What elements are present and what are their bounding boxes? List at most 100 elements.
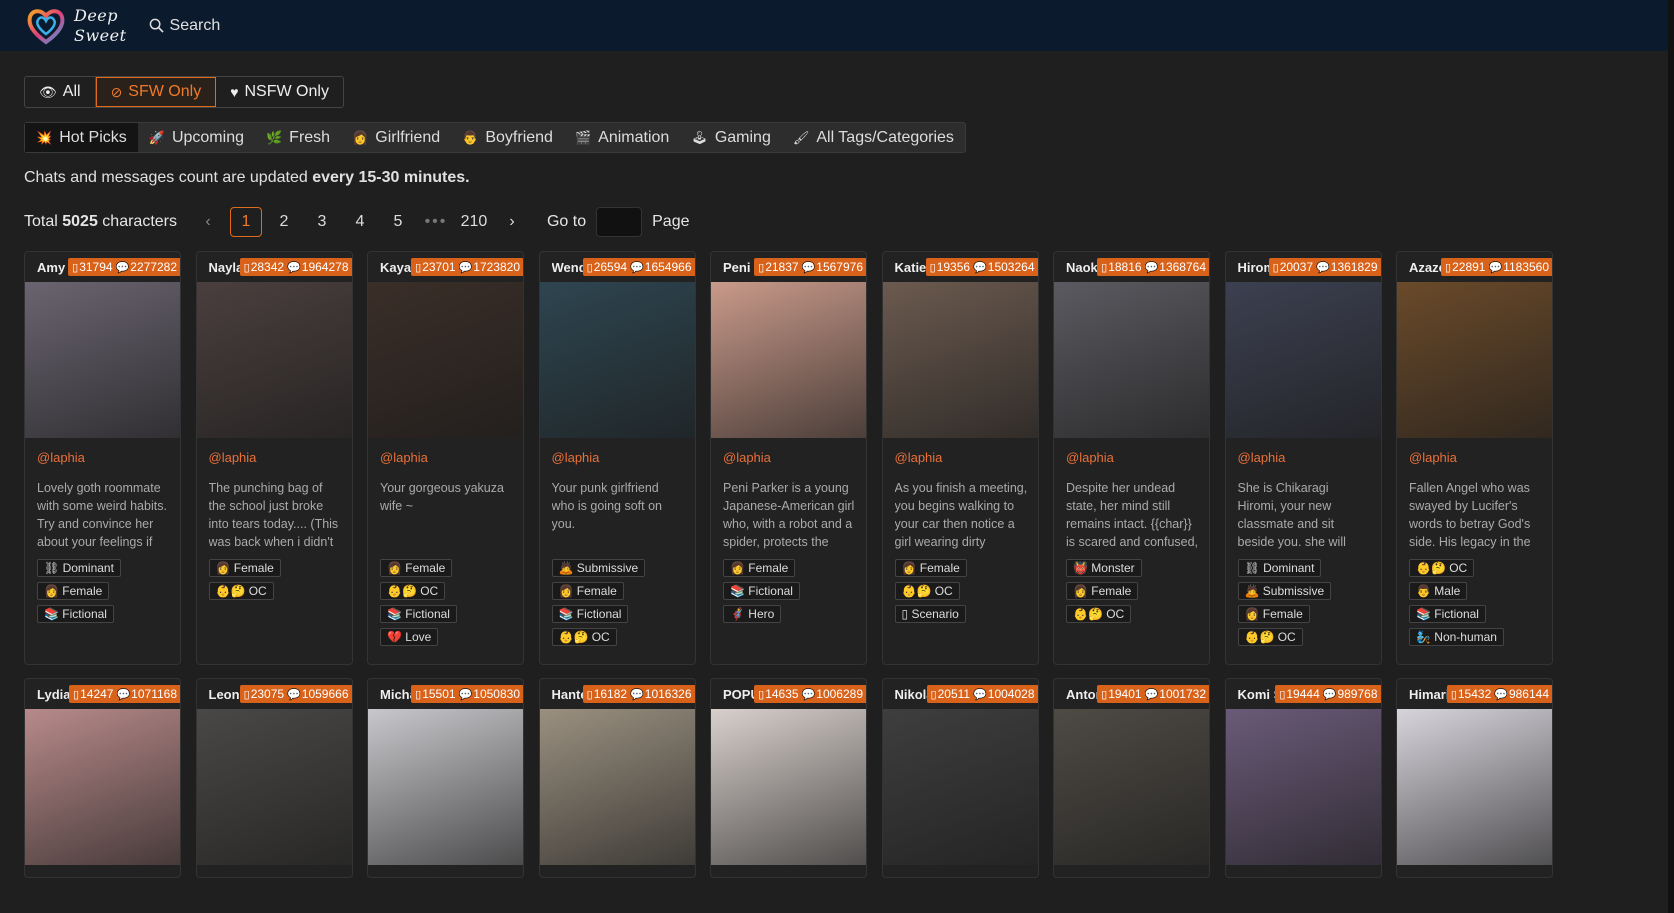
page-scrollbar[interactable] [1668,0,1674,913]
character-avatar-image[interactable] [882,709,1038,865]
author-link[interactable]: @laphia [1066,450,1209,465]
tag-chip[interactable]: 👩 Female [1237,605,1310,623]
search-link[interactable]: Search [149,17,220,35]
author-link[interactable]: @laphia [895,450,1038,465]
character-avatar-image[interactable] [1225,282,1381,438]
author-link[interactable]: @laphia [209,450,352,465]
character-avatar-image[interactable] [882,282,1038,438]
filter-all-button[interactable]: 👁 All [25,77,96,107]
tag-chip[interactable]: 👶🤔 OC [1066,605,1132,623]
character-card[interactable]: Nayla ▯ 28342 💬 1964278 @laphia The punching b… [195,251,353,665]
author-link[interactable]: @laphia [552,450,695,465]
tag-chip[interactable]: 👨 Male [1409,582,1468,600]
page-2-button[interactable]: 2 [268,207,300,237]
character-avatar-image[interactable] [1054,282,1209,438]
page-210-button[interactable]: 210 [458,207,490,237]
character-avatar-image[interactable] [539,282,695,438]
page-1-button[interactable]: 1 [229,207,262,237]
page-5-button[interactable]: 5 [382,207,414,237]
tag-chip[interactable]: 🧞 Non-human [1409,628,1504,646]
tab-hot-picks[interactable]: 💥 Hot Picks [25,123,138,152]
tag-chip[interactable]: 🦸 Hero [723,605,782,623]
character-card[interactable]: Hanter ▯ 16182 💬 1016326 [538,678,696,878]
character-avatar-image[interactable] [1397,709,1552,865]
character-card[interactable]: Peni Pa▯21837💬1567976 @laphia Peni Parker … [710,251,867,665]
goto-page-input[interactable] [596,207,643,237]
character-card[interactable]: Hiromi ▯ 20037 💬 1361829 @laphia She is Chikar… [1224,251,1382,665]
tag-chip[interactable]: 👩 Female [37,582,110,600]
character-card[interactable]: Amy Th▯31794💬2277282 @laphia Lovely goth r… [24,251,181,665]
site-logo[interactable]: Deep Sweet [24,4,127,48]
character-card[interactable]: Himari ▯ 15432 💬 986144 [1396,678,1553,878]
author-link[interactable]: @laphia [380,450,523,465]
tag-chip[interactable]: ⛓ Dominant [37,559,121,577]
tag-chip[interactable]: ▯ Scenario [894,605,966,623]
chat-count: 20037 [1279,260,1314,274]
tag-chip[interactable]: 📚 Fictional [551,605,629,623]
tab-girlfriend[interactable]: 👩 Girlfriend [341,123,451,152]
tag-chip[interactable]: 👩 Female [894,559,967,577]
character-avatar-image[interactable] [1397,282,1552,438]
character-avatar-image[interactable] [368,282,523,438]
character-card[interactable]: Naoka ▯ 18816 💬 1368764 @laphia Despite her un… [1053,251,1210,665]
character-card[interactable]: Azazel ▯ 22891 💬 1183560 @laphia Fallen Angel … [1396,251,1553,665]
character-avatar-image[interactable] [196,282,352,438]
tab-all-tags-categories[interactable]: 🖌 All Tags/Categories [782,123,965,152]
page-3-button[interactable]: 3 [306,207,338,237]
character-avatar-image[interactable] [1225,709,1381,865]
tag-chip[interactable]: 💔 Love [380,628,439,646]
author-link[interactable]: @laphia [1238,450,1381,465]
character-card[interactable]: Lydia ▯ 14247 💬 1071168 [24,678,181,878]
tag-chip[interactable]: 👹 Monster [1066,559,1142,577]
tag-chip[interactable]: 📚 Fictional [1409,605,1486,623]
character-avatar-image[interactable] [196,709,352,865]
character-card[interactable]: Wendy▯26594💬1654966 @laphia Your punk girl… [538,251,696,665]
tag-chip[interactable]: 🙇 Submissive [1237,582,1332,600]
character-avatar-image[interactable] [25,282,180,438]
prev-page-button[interactable]: ‹ [192,207,224,237]
tag-chip[interactable]: 👩 Female [380,559,453,577]
tag-chip[interactable]: 👶🤔 OC [894,582,960,600]
tab-fresh[interactable]: 🌿 Fresh [255,123,341,152]
tag-chip[interactable]: 👩 Female [551,582,624,600]
character-avatar-image[interactable] [25,709,180,865]
character-card[interactable]: Leon K▯23075💬1059666 [195,678,353,878]
character-card[interactable]: Michae▯15501💬1050830 [367,678,524,878]
tag-chip[interactable]: ⛓ Dominant [1237,559,1322,577]
character-card[interactable]: POPUL▯14635💬1006289 [710,678,867,878]
author-link[interactable]: @laphia [1409,450,1552,465]
tag-list: 👩 Female 📚 Fictional 🦸 Hero [723,559,866,623]
tab-animation[interactable]: 🎬 Animation [564,123,680,152]
filter-sfw-only-button[interactable]: ⊘ SFW Only [95,77,217,107]
character-avatar-image[interactable] [1054,709,1209,865]
author-link[interactable]: @laphia [723,450,866,465]
tag-chip[interactable]: 👶🤔 OC [208,582,274,600]
character-card[interactable]: Nikolaj▯20511💬1004028 [881,678,1039,878]
tag-chip[interactable]: 👶🤔 OC [1409,559,1475,577]
tab-gaming[interactable]: 🕹 Gaming [680,123,782,152]
character-avatar-image[interactable] [711,709,866,865]
tag-chip[interactable]: 🙇 Submissive [551,559,646,577]
filter-nsfw-only-button[interactable]: ♥ NSFW Only [216,77,343,107]
tag-chip[interactable]: 📚 Fictional [723,582,800,600]
author-link[interactable]: @laphia [37,450,180,465]
character-avatar-image[interactable] [368,709,523,865]
tag-chip[interactable]: 👩 Female [208,559,281,577]
tag-chip[interactable]: 👩 Female [723,559,796,577]
character-card[interactable]: Kaya H▯23701💬1723820 @laphia Your gorgeous… [367,251,524,665]
character-card[interactable]: Komi Sh▯19444💬989768 [1224,678,1382,878]
next-page-button[interactable]: › [496,207,528,237]
tag-chip[interactable]: 👶🤔 OC [1237,628,1303,646]
tag-chip[interactable]: 📚 Fictional [380,605,457,623]
character-avatar-image[interactable] [711,282,866,438]
tag-chip[interactable]: 📚 Fictional [37,605,114,623]
tab-boyfriend[interactable]: 👨 Boyfriend [451,123,564,152]
character-card[interactable]: Anton ▯ 19401 💬 1001732 [1053,678,1210,878]
tag-chip[interactable]: 👶🤔 OC [551,628,617,646]
character-card[interactable]: Katie ▯ 19356 💬 1503264 @laphia As you finish … [881,251,1039,665]
tag-chip[interactable]: 👩 Female [1066,582,1139,600]
tab-upcoming[interactable]: 🚀 Upcoming [138,123,255,152]
page-4-button[interactable]: 4 [344,207,376,237]
character-avatar-image[interactable] [539,709,695,865]
tag-chip[interactable]: 👶🤔 OC [380,582,446,600]
